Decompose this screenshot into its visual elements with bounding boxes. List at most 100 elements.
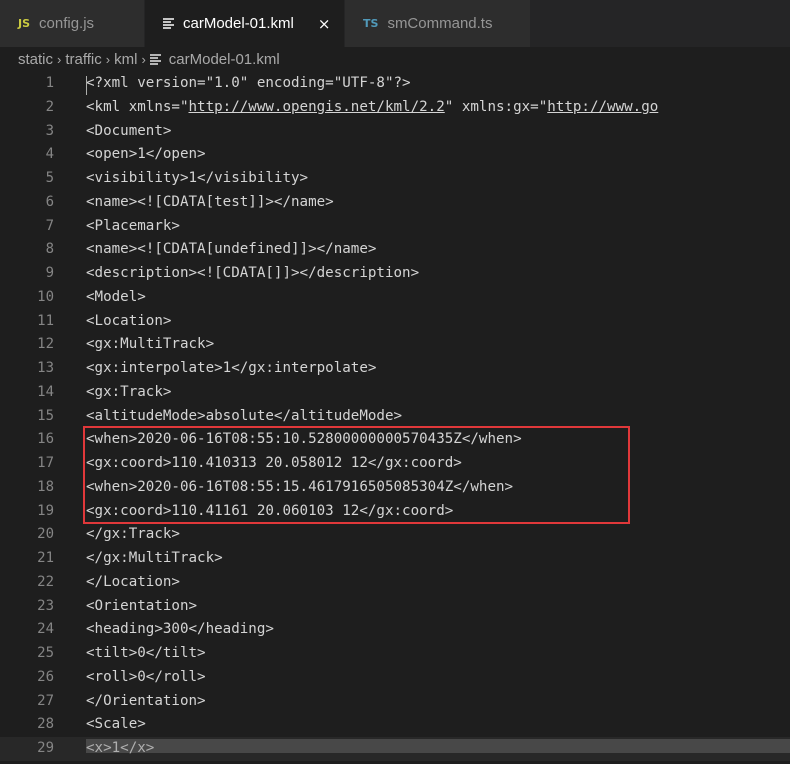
code-line[interactable]: 13 <gx:interpolate>1</gx:interpolate> xyxy=(0,357,790,381)
tab-config-js[interactable]: JS config.js xyxy=(0,0,145,47)
code-text[interactable]: <Location> xyxy=(86,310,171,334)
close-tab-icon[interactable]: × xyxy=(318,15,331,33)
breadcrumb-file[interactable]: carModel-01.kml xyxy=(169,51,280,68)
line-number: 4 xyxy=(45,146,54,163)
code-line[interactable]: 12 <gx:MultiTrack> xyxy=(0,333,790,357)
code-line[interactable]: 10 <Model> xyxy=(0,286,790,310)
code-line[interactable]: 1 <?xml version="1.0" encoding="UTF-8"?> xyxy=(0,72,790,96)
line-number: 13 xyxy=(37,360,54,376)
code-text[interactable]: <name><![CDATA[undefined]]></name> xyxy=(86,238,376,262)
code-line[interactable]: 23 <Orientation> xyxy=(0,595,790,619)
code-text[interactable]: </gx:MultiTrack> xyxy=(86,547,223,571)
line-number: 16 xyxy=(37,431,54,448)
line-number: 1 xyxy=(45,75,54,91)
line-number: 15 xyxy=(37,407,54,424)
code-line[interactable]: 6 <name><![CDATA[test]]></name> xyxy=(0,191,790,215)
line-number: 3 xyxy=(45,122,54,139)
code-text[interactable]: <tilt>0</tilt> xyxy=(86,642,206,666)
code-text[interactable]: <gx:coord>110.41161 20.060103 12</gx:coo… xyxy=(86,500,453,524)
code-line[interactable]: 26 <roll>0</roll> xyxy=(0,666,790,690)
breadcrumb: static › traffic › kml › carModel-01.kml xyxy=(0,47,790,72)
tab-bar: JS config.js carModel-01.kml × TS smComm… xyxy=(0,0,790,47)
code-line[interactable]: 25 <tilt>0</tilt> xyxy=(0,642,790,666)
url-link[interactable]: http://www.go xyxy=(547,99,658,115)
code-text[interactable]: <gx:coord>110.410313 20.058012 12</gx:co… xyxy=(86,452,462,476)
code-text[interactable]: <kml xmlns="http://www.opengis.net/kml/2… xyxy=(86,96,658,120)
line-number: 28 xyxy=(37,716,54,733)
url-link[interactable]: http://www.opengis.net/kml/2.2 xyxy=(189,99,445,115)
code-line[interactable]: 20 </gx:Track> xyxy=(0,523,790,547)
code-text[interactable]: <Document> xyxy=(86,120,171,144)
code-line[interactable]: 7 <Placemark> xyxy=(0,215,790,239)
code-text[interactable]: <heading>300</heading> xyxy=(86,618,274,642)
code-line[interactable]: 19 <gx:coord>110.41161 20.060103 12</gx:c… xyxy=(0,500,790,524)
code-line[interactable]: 27 </Orientation> xyxy=(0,690,790,714)
code-line[interactable]: 21 </gx:MultiTrack> xyxy=(0,547,790,571)
tab-carmodel-kml[interactable]: carModel-01.kml × xyxy=(145,0,345,47)
line-number: 22 xyxy=(37,573,54,590)
code-text[interactable]: <Scale> xyxy=(86,713,146,737)
js-file-icon: JS xyxy=(18,17,31,30)
code-text[interactable]: <Orientation> xyxy=(86,595,197,619)
code-line[interactable]: 14 <gx:Track> xyxy=(0,381,790,405)
line-number: 19 xyxy=(37,502,54,519)
code-line[interactable]: 16 <when>2020-06-16T08:55:10.528000000005… xyxy=(0,428,790,452)
plain-text-file-icon xyxy=(163,17,174,30)
code-editor[interactable]: 1 <?xml version="1.0" encoding="UTF-8"?> 2… xyxy=(0,72,790,764)
code-line[interactable]: 9 <description><![CDATA[]]></description> xyxy=(0,262,790,286)
line-number: 12 xyxy=(37,336,54,353)
code-text[interactable]: <gx:MultiTrack> xyxy=(86,333,214,357)
breadcrumb-traffic[interactable]: traffic xyxy=(65,51,101,68)
code-text[interactable]: <open>1</open> xyxy=(86,143,206,167)
line-number: 7 xyxy=(45,217,54,234)
code-line[interactable]: 5 <visibility>1</visibility> xyxy=(0,167,790,191)
line-number: 23 xyxy=(37,597,54,614)
breadcrumb-static[interactable]: static xyxy=(18,51,53,68)
code-text[interactable]: <description><![CDATA[]]></description> xyxy=(86,262,419,286)
code-line[interactable]: 3 <Document> xyxy=(0,120,790,144)
line-number: 9 xyxy=(45,265,54,281)
code-text[interactable]: <gx:Track> xyxy=(86,381,171,405)
code-line[interactable]: 17 <gx:coord>110.410313 20.058012 12</gx:… xyxy=(0,452,790,476)
code-text[interactable]: <roll>0</roll> xyxy=(86,666,206,690)
chevron-right-icon: › xyxy=(141,52,146,67)
line-number: 11 xyxy=(37,312,54,329)
code-line[interactable]: 22 </Location> xyxy=(0,571,790,595)
line-number: 21 xyxy=(37,550,54,566)
line-number: 10 xyxy=(37,288,54,305)
code-text[interactable]: <gx:interpolate>1</gx:interpolate> xyxy=(86,357,376,381)
code-text[interactable]: <Model> xyxy=(86,286,146,310)
code-line[interactable]: 28 <Scale> xyxy=(0,713,790,737)
code-line[interactable]: 18 <when>2020-06-16T08:55:15.461791650508… xyxy=(0,476,790,500)
code-text[interactable]: </Location> xyxy=(86,571,180,595)
code-line[interactable]: 11 <Location> xyxy=(0,310,790,334)
code-line[interactable]: 2 <kml xmlns="http://www.opengis.net/kml/… xyxy=(0,96,790,120)
code-text[interactable]: <altitudeMode>absolute</altitudeMode> xyxy=(86,405,402,429)
code-text[interactable]: <?xml version="1.0" encoding="UTF-8"?> xyxy=(86,72,411,96)
breadcrumb-kml[interactable]: kml xyxy=(114,51,137,68)
tab-label: carModel-01.kml xyxy=(183,15,294,32)
code-text[interactable]: </gx:Track> xyxy=(86,523,180,547)
chevron-right-icon: › xyxy=(105,52,111,67)
line-number: 5 xyxy=(45,170,54,186)
code-text[interactable]: <visibility>1</visibility> xyxy=(86,167,308,191)
line-number: 26 xyxy=(37,668,54,685)
line-number: 27 xyxy=(37,692,54,709)
horizontal-scrollbar[interactable] xyxy=(86,739,790,753)
line-number: 2 xyxy=(45,98,54,115)
code-text[interactable]: <name><![CDATA[test]]></name> xyxy=(86,191,334,215)
code-text[interactable]: <Placemark> xyxy=(86,215,180,239)
tab-label: smCommand.ts xyxy=(387,15,493,32)
code-line[interactable]: 15 <altitudeMode>absolute</altitudeMode> xyxy=(0,405,790,429)
editor-window: JS config.js carModel-01.kml × TS smComm… xyxy=(0,0,790,764)
code-text[interactable]: </Orientation> xyxy=(86,690,206,714)
line-number: 25 xyxy=(37,645,54,661)
tab-smcommand-ts[interactable]: TS smCommand.ts xyxy=(345,0,531,47)
line-number: 20 xyxy=(37,526,54,543)
code-line[interactable]: 4 <open>1</open> xyxy=(0,143,790,167)
line-number: 6 xyxy=(45,193,54,210)
code-text[interactable]: <when>2020-06-16T08:55:15.46179165050853… xyxy=(86,476,513,500)
code-line[interactable]: 8 <name><![CDATA[undefined]]></name> xyxy=(0,238,790,262)
code-line[interactable]: 24 <heading>300</heading> xyxy=(0,618,790,642)
code-text[interactable]: <when>2020-06-16T08:55:10.52800000000570… xyxy=(86,428,522,452)
